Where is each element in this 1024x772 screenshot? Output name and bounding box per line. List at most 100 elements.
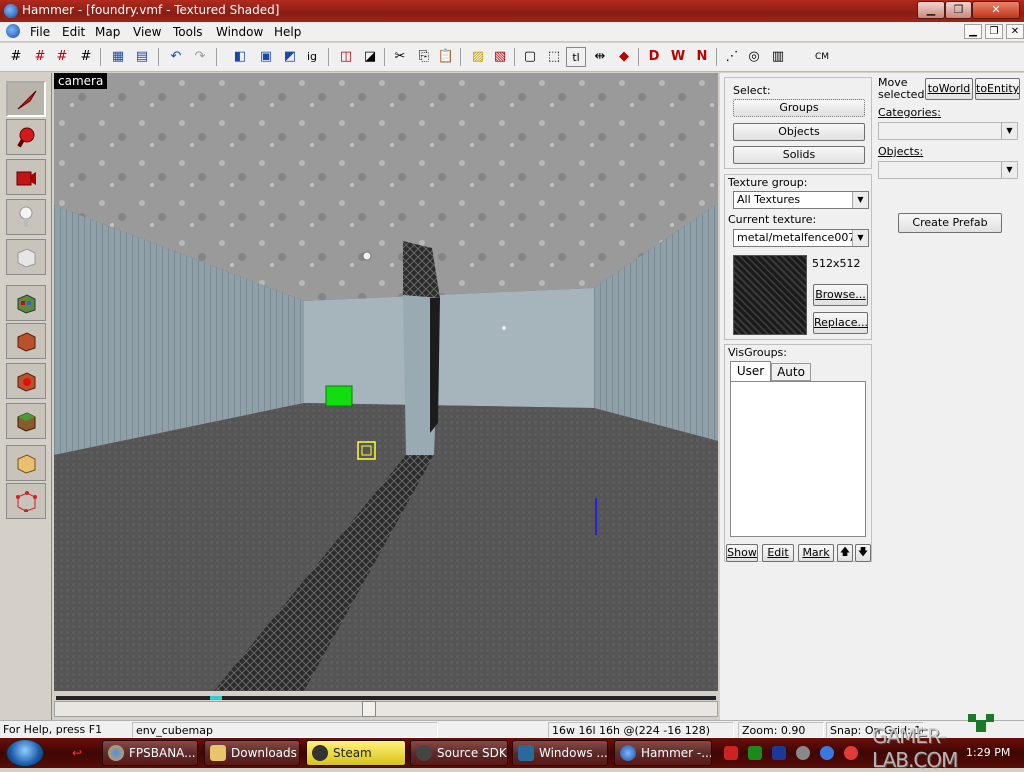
scroll-bar[interactable] (54, 701, 718, 717)
current-texture-combo[interactable]: metal/metalfence007a ▼ (733, 229, 869, 247)
texture-preview[interactable] (733, 255, 807, 335)
task-downloads[interactable]: Downloads (204, 740, 300, 766)
steam-tray-icon[interactable] (796, 746, 810, 760)
redo-icon[interactable]: ↷ (190, 47, 210, 67)
hollow-icon[interactable]: ◫ (336, 47, 356, 67)
menu-tools[interactable]: Tools (169, 24, 207, 40)
entity-report-icon[interactable]: ◆ (614, 47, 634, 67)
mdi-restore-button[interactable]: ❐ (985, 24, 1003, 39)
to-world-button[interactable]: toWorld (925, 78, 973, 100)
overlay-tool[interactable] (6, 403, 46, 439)
replace-button[interactable]: Replace... (813, 312, 868, 334)
toggle-texture-lock-icon[interactable]: tl (566, 47, 586, 67)
edit-visgroup-button[interactable]: Edit (762, 544, 794, 562)
entity-tool[interactable] (6, 199, 46, 235)
carve-icon[interactable]: ◧ (230, 47, 250, 67)
mark-button[interactable]: Mark (798, 544, 834, 562)
show-button[interactable]: Show (726, 544, 758, 562)
texture-lock-icon[interactable]: ▨ (468, 47, 488, 67)
clip-icon[interactable]: ◪ (360, 47, 380, 67)
menu-edit[interactable]: Edit (58, 24, 89, 40)
categories-combo[interactable]: ▼ (878, 122, 1018, 140)
cut-icon[interactable]: ✂ (390, 47, 410, 67)
task-steam[interactable]: Steam (306, 740, 406, 766)
group-icon[interactable]: ▦ (108, 47, 128, 67)
grid-smaller-icon[interactable]: # (30, 47, 50, 67)
flip-icon[interactable]: ⇹ (590, 47, 610, 67)
menu-map[interactable]: Map (91, 24, 124, 40)
map-info-icon[interactable]: N (692, 47, 712, 67)
vertex-tool-icon[interactable]: ⋰ (722, 47, 742, 67)
close-button[interactable]: ✕ (972, 1, 1020, 19)
hammer-app-icon[interactable] (4, 4, 18, 18)
cubemap-button[interactable]: CM (810, 47, 834, 67)
tray-icon[interactable] (820, 746, 834, 760)
check-map-icon[interactable]: W (668, 47, 688, 67)
tray-icon[interactable] (844, 746, 858, 760)
tray-icon[interactable] (724, 746, 738, 760)
menu-window[interactable]: Window (212, 24, 267, 40)
mdi-close-button[interactable]: ✕ (1006, 24, 1024, 39)
magnify-tool[interactable] (6, 119, 46, 155)
vertex-manipulation-tool[interactable] (6, 483, 46, 519)
quicklaunch-icon[interactable]: ↩ (72, 746, 86, 760)
decal-tool[interactable] (6, 363, 46, 399)
texture-group-combo[interactable]: All Textures ▼ (733, 191, 869, 209)
mdi-minimize-button[interactable]: ▁ (964, 24, 982, 39)
select-bounds-icon[interactable]: ▢ (520, 47, 540, 67)
task-source-sdk[interactable]: Source SDK (410, 740, 508, 766)
copy-icon[interactable]: ⎘ (414, 47, 434, 67)
viewport-scrollbar[interactable] (54, 692, 718, 720)
menu-help[interactable]: Help (270, 24, 305, 40)
start-button[interactable] (6, 739, 44, 767)
menu-view[interactable]: View (129, 24, 165, 40)
ungroup-icon[interactable]: ▤ (132, 47, 152, 67)
apply-texture-tool[interactable] (6, 323, 46, 359)
paste-icon[interactable]: 📋 (436, 47, 456, 67)
texture-application-tool[interactable] (6, 285, 46, 321)
task-label: Steam (333, 746, 372, 760)
camera-viewport[interactable]: camera (54, 73, 718, 691)
menu-bar: File Edit Map View Tools Window Help ▁ ❐… (0, 22, 1024, 42)
move-down-button[interactable]: 🡇 (855, 544, 871, 562)
task-hammer[interactable]: Hammer -... (614, 740, 712, 766)
tray-icon[interactable] (772, 746, 786, 760)
tray-icon[interactable] (748, 746, 762, 760)
show-all-icon[interactable]: ◩ (280, 47, 300, 67)
current-texture-value: metal/metalfence007a (737, 231, 863, 244)
document-icon[interactable] (6, 24, 20, 38)
maximize-button[interactable]: ❐ (945, 1, 972, 19)
sphere-icon[interactable]: ◎ (744, 47, 764, 67)
task-windows[interactable]: Windows ... (512, 740, 608, 766)
solids-button[interactable]: Solids (733, 146, 865, 164)
texture-scale-lock-icon[interactable]: ▧ (490, 47, 510, 67)
browse-button[interactable]: Browse... (813, 284, 868, 306)
visgroups-list[interactable] (730, 381, 866, 537)
grid-larger-icon[interactable]: # (52, 47, 72, 67)
selection-tool[interactable] (6, 81, 46, 117)
block-tool[interactable] (6, 239, 46, 275)
objects-button[interactable]: Objects (733, 123, 865, 141)
tab-auto[interactable]: Auto (771, 363, 811, 381)
tab-user[interactable]: User (730, 361, 771, 381)
scroll-thumb[interactable] (362, 701, 376, 717)
run-map-icon[interactable]: D (644, 47, 664, 67)
clipping-tool[interactable] (6, 445, 46, 481)
light-bulb-icon (19, 206, 33, 227)
minimize-button[interactable]: ▁ (917, 1, 945, 19)
to-entity-button[interactable]: toEntity (975, 78, 1020, 100)
task-fpsbanana[interactable]: FPSBANA... (102, 740, 198, 766)
grid-toggle-icon[interactable]: # (6, 47, 26, 67)
move-up-button[interactable]: 🡅 (837, 544, 853, 562)
camera-tool[interactable] (6, 159, 46, 195)
wireframe-icon[interactable]: ▥ (768, 47, 788, 67)
objects-combo[interactable]: ▼ (878, 161, 1018, 179)
grid-3d-icon[interactable]: # (76, 47, 96, 67)
menu-file[interactable]: File (26, 24, 54, 40)
select-box-icon[interactable]: ⬚ (544, 47, 564, 67)
ignore-groups-icon[interactable]: ig (302, 47, 322, 67)
groups-button[interactable]: Groups (733, 99, 865, 117)
hide-selected-icon[interactable]: ▣ (256, 47, 276, 67)
create-prefab-button[interactable]: Create Prefab (898, 213, 1002, 233)
undo-icon[interactable]: ↶ (166, 47, 186, 67)
